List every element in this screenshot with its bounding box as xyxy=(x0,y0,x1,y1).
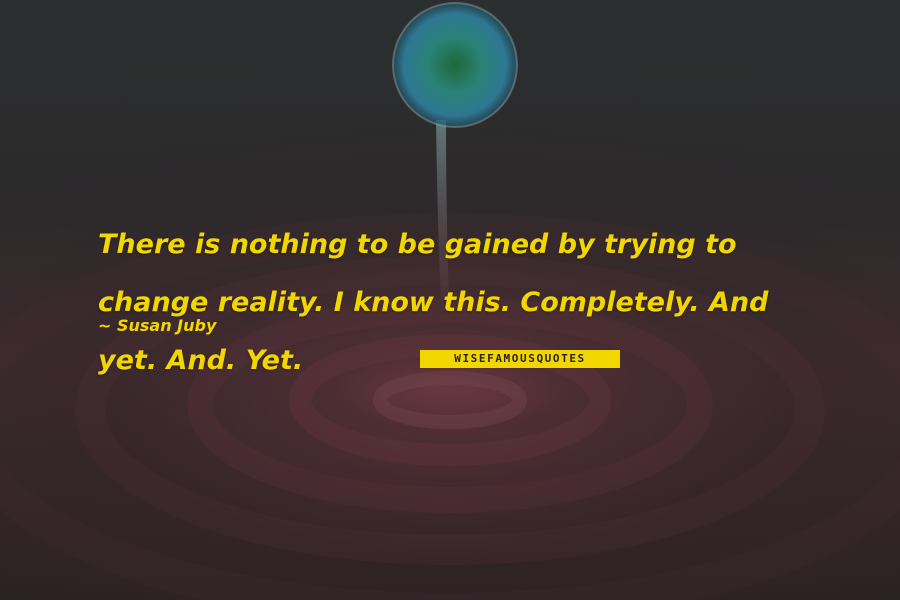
quote-image: There is nothing to be gained by trying … xyxy=(0,0,900,600)
site-logo: WISEFAMOUSQUOTES xyxy=(420,350,620,368)
quote-author: ~ Susan Juby xyxy=(98,316,217,335)
